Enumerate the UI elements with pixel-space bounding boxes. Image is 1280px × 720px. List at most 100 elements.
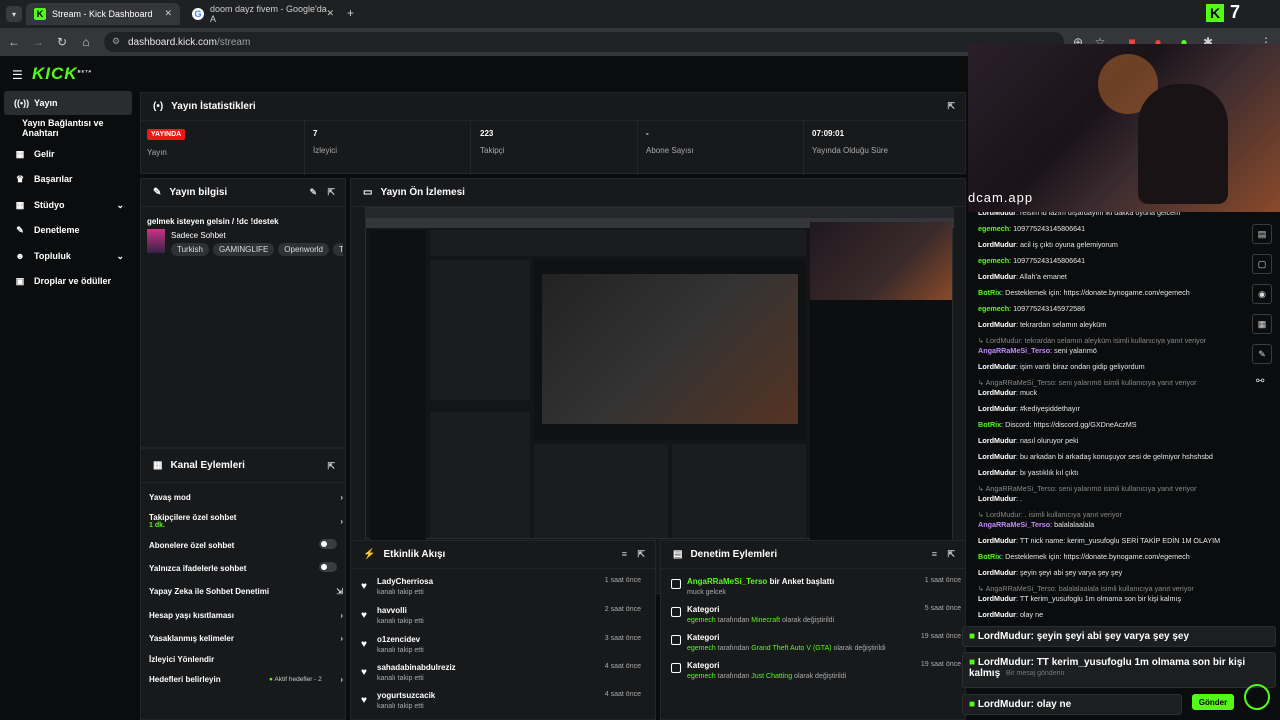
people-icon: ☻ bbox=[15, 251, 25, 261]
url-input[interactable]: ⚙ dashboard.kick.com/stream bbox=[104, 32, 1064, 52]
chat-user[interactable]: egemech bbox=[978, 256, 1009, 265]
close-icon[interactable]: ✕ bbox=[326, 8, 334, 19]
sidebar-item-stream-key[interactable]: Yayın Bağlantısı ve Anahtarı bbox=[4, 116, 132, 140]
share-icon[interactable]: ⚯ bbox=[1256, 376, 1264, 387]
action-ai-moderation[interactable]: Yapay Zeka ile Sohbet Denetimi ⇲ bbox=[149, 587, 343, 596]
chat-user[interactable]: LordMudur bbox=[978, 594, 1016, 603]
hamburger-menu-icon[interactable]: ☰ bbox=[12, 68, 23, 82]
chat-text: TT nick name: kerim_yusufoglu SERİ TAKİP… bbox=[1019, 536, 1221, 545]
send-button[interactable]: Gönder bbox=[1192, 694, 1234, 710]
popout-icon[interactable]: ⇱ bbox=[327, 187, 335, 198]
activity-user[interactable]: yogurtsuzcacik bbox=[377, 691, 435, 700]
chat-user[interactable]: LordMudur bbox=[978, 436, 1016, 445]
forward-icon[interactable]: → bbox=[30, 34, 46, 50]
chat-user[interactable]: LordMudur bbox=[978, 610, 1016, 619]
activity-user[interactable]: sahadabinabdulreziz bbox=[377, 663, 456, 672]
tab-kick-dashboard[interactable]: K Stream - Kick Dashboard ✕ bbox=[26, 3, 180, 25]
chat-user[interactable]: LordMudur bbox=[978, 452, 1016, 461]
panel-header: ▤ Denetim Eylemleri ≡ ⇱ bbox=[661, 541, 965, 569]
chat-user[interactable]: LordMudur bbox=[978, 631, 1031, 642]
chat-user[interactable]: egemech bbox=[978, 224, 1009, 233]
sidebar-item-studyo[interactable]: ▦ Stüdyo ⌄ bbox=[4, 193, 132, 217]
chat-user[interactable]: LordMudur bbox=[978, 657, 1031, 668]
tag[interactable]: Türk bbox=[332, 243, 343, 256]
activity-user[interactable]: LadyCherriosa bbox=[377, 577, 433, 586]
chat-user[interactable]: LordMudur bbox=[978, 320, 1016, 329]
sidebar-item-denetleme[interactable]: ✎ Denetleme bbox=[4, 218, 132, 242]
activity-user[interactable]: o1zencidev bbox=[377, 635, 420, 644]
toggle-switch[interactable] bbox=[319, 539, 337, 549]
toggle-switch[interactable] bbox=[319, 562, 337, 572]
chat-text: bı yastıklık kıl çıktı bbox=[1019, 468, 1079, 477]
action-emotes-only[interactable]: Yalnızca ifadelerle sohbet bbox=[149, 562, 339, 573]
sidebar-item-basarilar[interactable]: ♛ Başarılar bbox=[4, 167, 132, 191]
sidebar-item-droplar[interactable]: ▣ Droplar ve ödüller bbox=[4, 269, 132, 293]
activity-user[interactable]: havvolli bbox=[377, 606, 407, 615]
action-raid[interactable]: İzleyici Yönlendir bbox=[149, 655, 339, 664]
chat-message: egemech: 109775243145972586 bbox=[978, 304, 1086, 313]
mod-user[interactable]: egemech bbox=[687, 645, 716, 652]
action-goals[interactable]: Hedefleri belirleyin ● Aktif hedefler - 2… bbox=[149, 675, 343, 684]
tab-list-button[interactable]: ▾ bbox=[6, 6, 22, 22]
new-tab-icon[interactable]: + bbox=[347, 6, 354, 20]
popout-icon[interactable]: ⇱ bbox=[947, 101, 955, 112]
sidebar-item-gelir[interactable]: ▦ Gelir bbox=[4, 142, 132, 166]
gift-icon: ▣ bbox=[15, 275, 25, 286]
chat-user[interactable]: AngaRRaMeSi_Terso bbox=[978, 346, 1050, 355]
mod-user[interactable]: egemech bbox=[687, 673, 716, 680]
action-followers-only[interactable]: Takipçilere özel sohbet 1 dk. › bbox=[149, 513, 343, 529]
chat-user[interactable]: egemech bbox=[978, 304, 1009, 313]
goals-status: ● Aktif hedefler - 2 bbox=[269, 676, 322, 683]
action-slow-mode[interactable]: Yavaş mod › bbox=[149, 493, 343, 502]
chat-user[interactable]: LordMudur bbox=[978, 494, 1016, 503]
sidebar-item-topluluk[interactable]: ☻ Topluluk ⌄ bbox=[4, 244, 132, 268]
chat-user[interactable]: LordMudur bbox=[978, 699, 1031, 710]
chat-user[interactable]: LordMudur bbox=[978, 272, 1016, 281]
broadcast-icon[interactable]: ◉ bbox=[1252, 284, 1272, 304]
stat-label: Yayın bbox=[147, 148, 167, 157]
tag[interactable]: GAMINGLIFE bbox=[212, 243, 275, 256]
chat-user[interactable]: BotRix bbox=[978, 552, 1001, 561]
action-banned-words[interactable]: Yasaklanmış kelimeler › bbox=[149, 634, 343, 643]
action-account-age[interactable]: Hesap yaşı kısıtlaması › bbox=[149, 611, 343, 620]
chat-user[interactable]: LordMudur bbox=[978, 240, 1016, 249]
chat-icon[interactable]: ▢ bbox=[1252, 254, 1272, 274]
chat-text: #kediyeşiddethayır bbox=[1019, 404, 1080, 413]
action-subs-only[interactable]: Abonelere özel sohbet bbox=[149, 539, 339, 550]
preview-tabbar bbox=[366, 208, 954, 218]
tag[interactable]: Openworld bbox=[278, 243, 329, 256]
grid-icon[interactable]: ▦ bbox=[1252, 314, 1272, 334]
mod-user[interactable]: AngaRRaMeSi_Terso bbox=[687, 577, 767, 586]
tab-google[interactable]: G doom dayz fivem - Google'da A ✕ bbox=[184, 3, 342, 25]
chat-user[interactable]: AngaRRaMeSi_Terso bbox=[978, 520, 1050, 529]
filter-icon[interactable]: ≡ bbox=[932, 549, 937, 559]
chat-input[interactable]: Bir mesaj gönderin bbox=[1006, 670, 1064, 677]
popout-icon[interactable]: ⇱ bbox=[327, 461, 335, 472]
edit-pencil-icon[interactable]: ✎ bbox=[309, 187, 317, 198]
chat-user[interactable]: BotRix bbox=[978, 420, 1001, 429]
sidebar-item-yayin[interactable]: ((•)) Yayın bbox=[4, 91, 132, 115]
popout-icon[interactable]: ⇱ bbox=[947, 549, 955, 560]
wrench-icon[interactable]: ✎ bbox=[1252, 344, 1272, 364]
preview-video[interactable] bbox=[365, 207, 954, 540]
chat-user[interactable]: LordMudur bbox=[978, 362, 1016, 371]
document-icon[interactable]: ▤ bbox=[1252, 224, 1272, 244]
activity-time: 4 saat önce bbox=[604, 663, 641, 670]
site-info-icon[interactable]: ⚙ bbox=[112, 36, 120, 47]
category-icon bbox=[671, 663, 681, 673]
tag[interactable]: Turkish bbox=[171, 243, 209, 256]
reload-icon[interactable]: ↻ bbox=[54, 34, 70, 50]
popout-icon[interactable]: ⇱ bbox=[637, 549, 645, 560]
chat-user[interactable]: LordMudur bbox=[978, 536, 1016, 545]
filter-icon[interactable]: ≡ bbox=[622, 549, 627, 559]
chat-user[interactable]: BotRix bbox=[978, 288, 1001, 297]
chat-user[interactable]: LordMudur bbox=[978, 388, 1016, 397]
kick-logo[interactable]: KICKBETA bbox=[32, 64, 92, 84]
chat-user[interactable]: LordMudur bbox=[978, 568, 1016, 577]
home-icon[interactable]: ⌂ bbox=[78, 34, 94, 50]
chat-user[interactable]: LordMudur bbox=[978, 468, 1016, 477]
chat-user[interactable]: LordMudur bbox=[978, 404, 1016, 413]
back-icon[interactable]: ← bbox=[6, 34, 22, 50]
mod-user[interactable]: egemech bbox=[687, 617, 716, 624]
close-icon[interactable]: ✕ bbox=[164, 8, 172, 19]
